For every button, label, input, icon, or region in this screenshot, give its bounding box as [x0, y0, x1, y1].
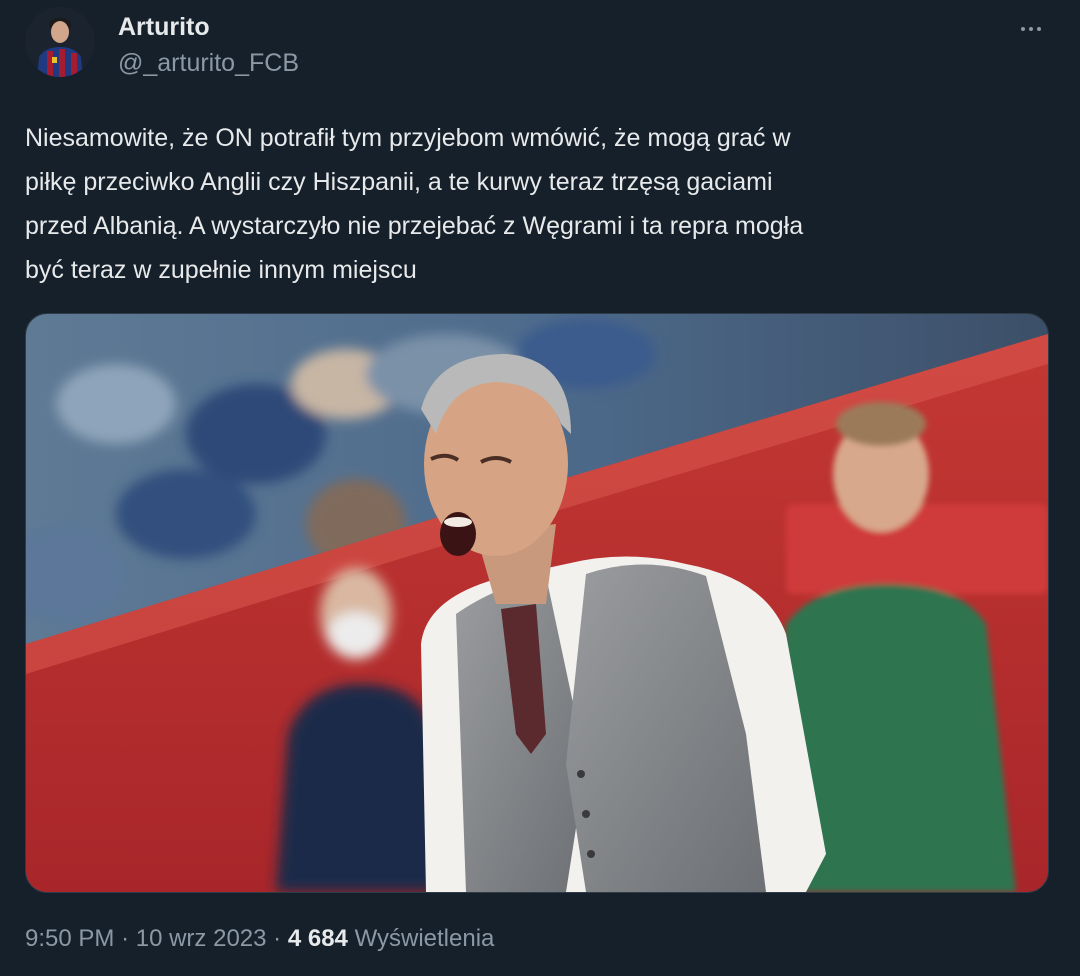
tweet-photo[interactable]	[25, 313, 1049, 893]
tweet-time[interactable]: 9:50 PM	[25, 925, 114, 952]
tweet-text-line: być teraz w zupełnie innym miejscu	[25, 256, 417, 284]
views-count: 4 684	[287, 925, 348, 952]
dot	[1021, 27, 1025, 31]
author-avatar[interactable]	[25, 7, 95, 77]
avatar-image	[25, 7, 95, 77]
author-handle[interactable]: @_arturito_FCB	[118, 48, 299, 78]
dot	[1029, 27, 1033, 31]
tweet-text: Niesamowite, że ON potrafił tym przyjebo…	[25, 116, 1035, 292]
photo-coach-shouting	[26, 314, 1048, 892]
tweet-text-line: przed Albanią. A wystarczyło nie przejeb…	[25, 212, 804, 240]
tweet-text-line: piłkę przeciwko Anglii czy Hiszpanii, a …	[25, 168, 773, 196]
author-display-name[interactable]: Arturito	[118, 12, 210, 42]
meta-separator: ·	[273, 925, 282, 952]
dot	[1037, 27, 1041, 31]
meta-separator: ·	[121, 925, 130, 952]
tweet-date[interactable]: 10 wrz 2023	[136, 925, 267, 952]
more-horizontal-icon[interactable]	[1016, 14, 1046, 44]
tweet-meta: 9:50 PM · 10 wrz 2023 · 4 684 Wyświetlen…	[25, 922, 494, 956]
views-label: Wyświetlenia	[354, 925, 495, 952]
tweet-text-line: Niesamowite, że ON potrafił tym przyjebo…	[25, 124, 791, 152]
tweet-card: Arturito @_arturito_FCB Niesamowite, że …	[0, 0, 1080, 976]
